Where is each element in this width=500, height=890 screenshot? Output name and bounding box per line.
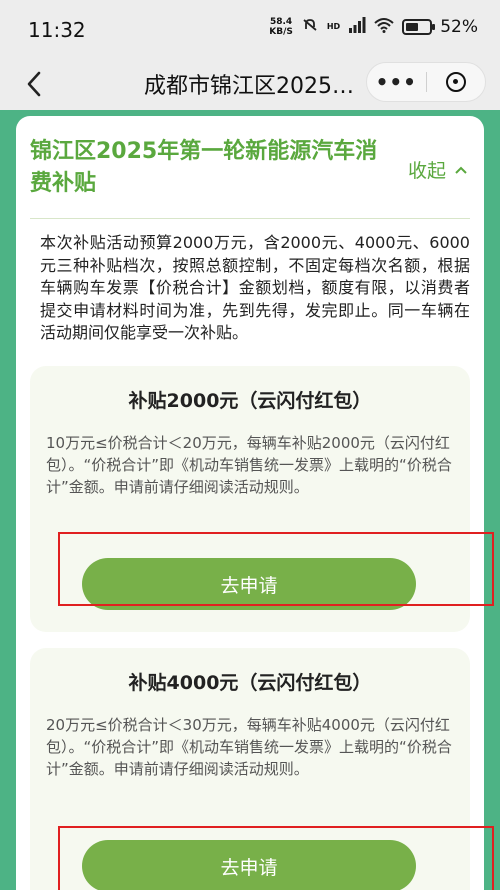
chevron-up-icon [455,166,467,174]
wifi-icon [374,17,394,36]
card-title: 锦江区2025年第一轮新能源汽车消费补贴 [30,139,378,196]
page-content[interactable]: 锦江区2025年第一轮新能源汽车消费补贴 收起 本次补贴活动预算2000万元，含… [0,110,500,890]
network-type-label: HD [326,22,341,31]
intro-text: 本次补贴活动预算2000万元，含2000元、4000元、6000元三种补贴档次，… [40,233,470,342]
tier-title: 补贴4000元（云闪付红包） [128,672,372,694]
battery-icon [402,18,436,35]
page-title: 成都市锦江区2025… [144,74,354,99]
tier-card-2000: 补贴2000元（云闪付红包） 10万元≤价税合计＜20万元，每辆车补贴2000元… [30,366,470,632]
status-time: 11:32 [28,18,86,42]
subsidy-card: 锦江区2025年第一轮新能源汽车消费补贴 收起 本次补贴活动预算2000万元，含… [16,116,484,890]
tier-description: 10万元≤价税合计＜20万元，每辆车补贴2000元（云闪付红包）。“价税合计”即… [46,434,452,496]
network-speed: 58.4 KB/S [269,17,293,37]
tier-description: 20万元≤价税合计＜30万元，每辆车补贴4000元（云闪付红包）。“价税合计”即… [46,716,452,778]
close-icon [445,72,466,92]
status-icons: 58.4 KB/S HD 52% [269,16,478,37]
title-divider [30,218,470,219]
status-bar: 11:32 58.4 KB/S HD 52% [0,0,500,58]
signal-icon [348,17,366,36]
tier-card-4000: 补贴4000元（云闪付红包） 20万元≤价税合计＜30万元，每辆车补贴4000元… [30,648,470,890]
chevron-left-icon [27,71,41,97]
apply-button-2000[interactable]: 去申请 [82,558,416,610]
apply-button-4000[interactable]: 去申请 [82,840,416,890]
back-button[interactable] [16,66,52,102]
battery-percent: 52% [440,16,478,37]
collapse-button[interactable]: 收起 [408,156,468,183]
network-speed-unit: KB/S [269,26,293,37]
network-speed-value: 58.4 [269,16,293,27]
collapse-label: 收起 [407,160,446,182]
mute-icon [301,16,319,37]
battery-fill [406,22,418,31]
close-button[interactable] [426,72,485,92]
mini-program-capsule: ••• [366,62,486,102]
nav-bar: 成都市锦江区2025… ••• [0,58,500,110]
more-button[interactable]: ••• [367,70,426,94]
tier-title: 补贴2000元（云闪付红包） [128,390,372,412]
